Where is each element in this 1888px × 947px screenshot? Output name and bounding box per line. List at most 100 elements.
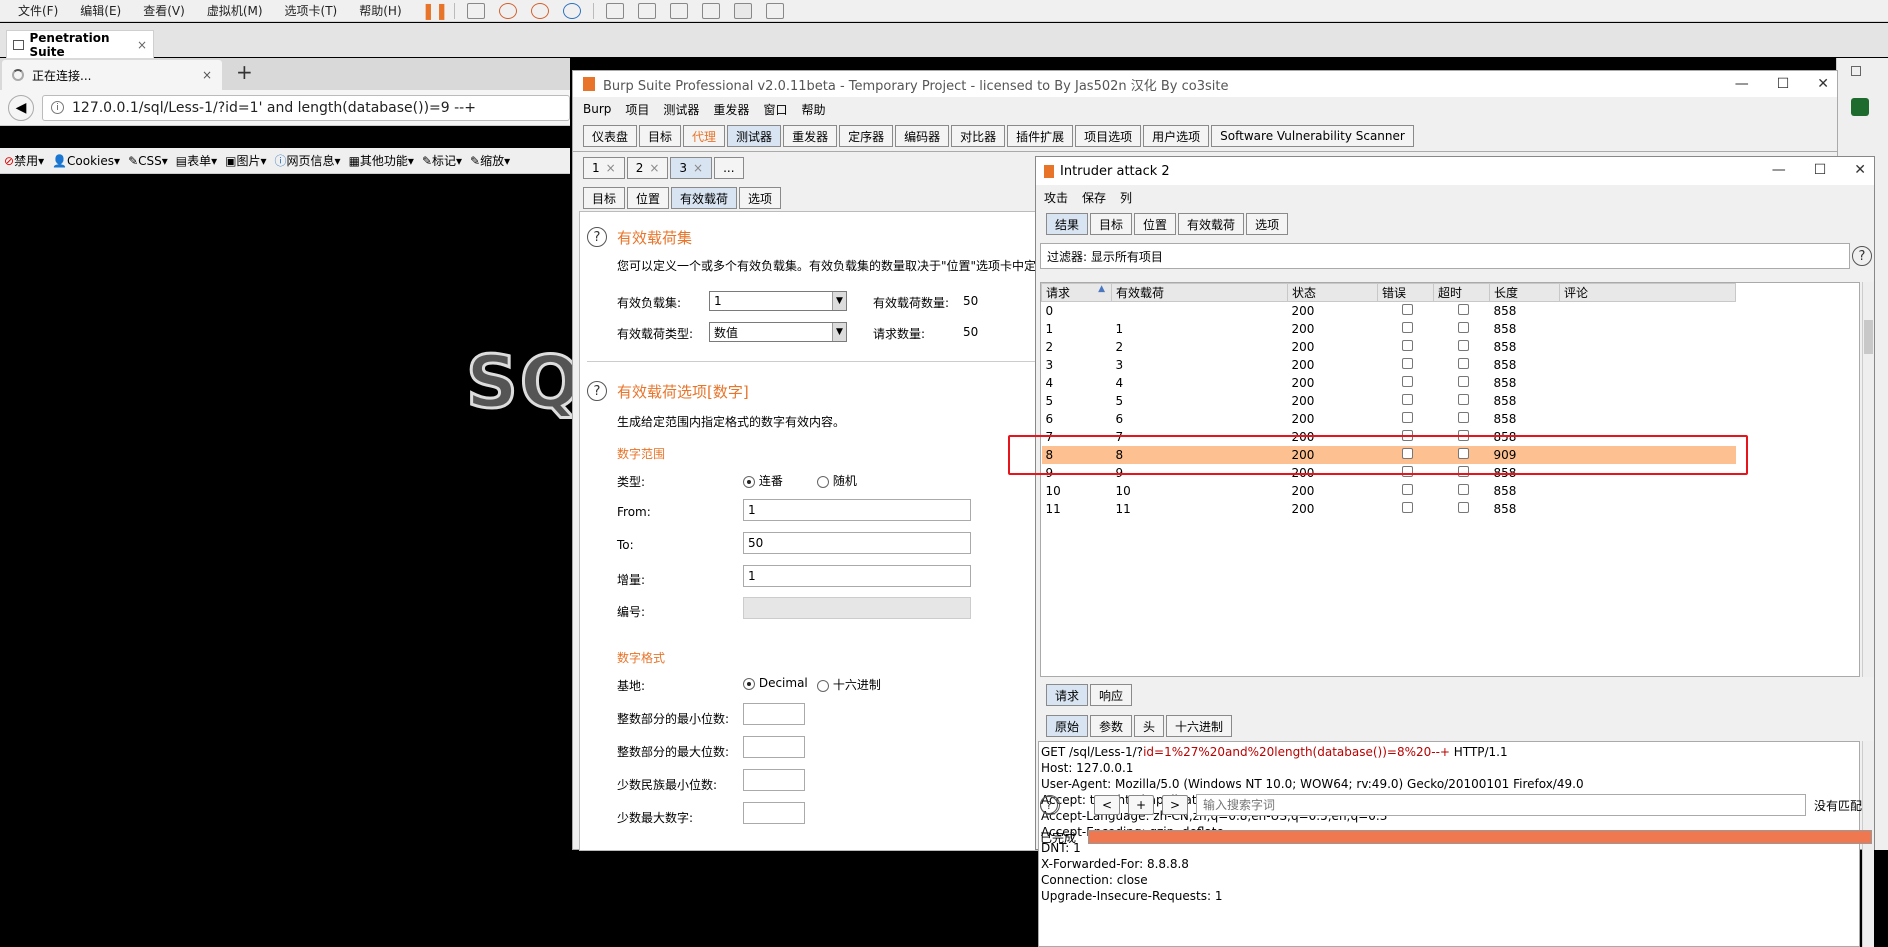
tab-params[interactable]: 参数	[1090, 715, 1133, 737]
burp-menu-repeater[interactable]: 重发器	[713, 101, 749, 118]
hackbar-images[interactable]: ▣图片▾	[225, 152, 266, 169]
radio-decimal[interactable]: Decimal	[743, 676, 808, 690]
hackbar-zoom[interactable]: ✎缩放▾	[470, 152, 510, 169]
vm-menu-edit[interactable]: 编辑(E)	[70, 2, 131, 19]
thumbnail-view-icon[interactable]	[638, 2, 657, 19]
shield-icon[interactable]	[1851, 98, 1869, 116]
checkbox[interactable]	[1458, 357, 1469, 369]
maximize-icon[interactable]: ☐	[1777, 76, 1790, 92]
request-editor[interactable]: GET /sql/Less-1/?id=1%27%20and%20length(…	[1038, 741, 1860, 947]
close-icon[interactable]: ×	[137, 38, 147, 52]
table-row[interactable]: 6 6 200 858	[1042, 410, 1736, 428]
help-icon[interactable]: ?	[587, 381, 607, 401]
console-view-icon[interactable]	[734, 2, 753, 19]
results-scrollbar[interactable]	[1862, 282, 1874, 677]
filter-bar[interactable]: 过滤器: 显示所有项目	[1040, 243, 1850, 269]
tab-dashboard[interactable]: 仪表盘	[583, 125, 638, 147]
request-scrollbar[interactable]	[1862, 741, 1874, 947]
maximize-icon[interactable]: ☐	[1814, 162, 1827, 178]
library-view-icon[interactable]	[606, 2, 625, 19]
table-row[interactable]: 3 3 200 858	[1042, 356, 1736, 374]
minimize-icon[interactable]: —	[1735, 76, 1749, 92]
checkbox[interactable]	[1402, 411, 1413, 423]
column-header-timeout[interactable]: 超时	[1433, 283, 1490, 302]
burp-menu-window[interactable]: 窗口	[763, 101, 787, 118]
table-row[interactable]: 5 5 200 858	[1042, 392, 1736, 410]
hackbar-css[interactable]: ✎CSS▾	[128, 154, 168, 168]
checkbox[interactable]	[1402, 357, 1413, 369]
intruder-menu-save[interactable]: 保存	[1082, 189, 1106, 206]
hackbar-cookies[interactable]: 👤Cookies▾	[52, 154, 120, 168]
attack-tab-2[interactable]: 2 ×	[626, 157, 669, 179]
tab-options[interactable]: 选项	[1246, 213, 1289, 235]
snapshot-icon[interactable]	[499, 2, 518, 19]
vm-menu-view[interactable]: 查看(V)	[133, 2, 195, 19]
checkbox[interactable]	[1458, 339, 1469, 351]
info-icon[interactable]: i	[51, 101, 64, 114]
tab-target[interactable]: 目标	[639, 125, 682, 147]
subtab-payloads[interactable]: 有效载荷	[671, 187, 738, 209]
radio-hex[interactable]: 十六进制	[817, 676, 881, 693]
tab-proxy[interactable]: 代理	[683, 125, 726, 147]
tab-request[interactable]: 请求	[1046, 684, 1089, 706]
close-icon[interactable]: ×	[202, 68, 212, 82]
burp-menu-burp[interactable]: Burp	[583, 102, 611, 116]
table-row[interactable]: 4 4 200 858	[1042, 374, 1736, 392]
table-row[interactable]: 2 2 200 858	[1042, 338, 1736, 356]
min-fraction-digits-field[interactable]	[743, 769, 805, 791]
new-tab-button[interactable]: +	[236, 60, 253, 84]
subtab-options[interactable]: 选项	[739, 187, 782, 209]
subtab-target[interactable]: 目标	[583, 187, 626, 209]
tab-response[interactable]: 响应	[1090, 684, 1133, 706]
hackbar-disable[interactable]: ⊘禁用▾	[4, 152, 44, 169]
tab-raw[interactable]: 原始	[1046, 715, 1089, 737]
checkbox[interactable]	[1458, 393, 1469, 405]
pause-icon[interactable]: ❚❚	[422, 1, 449, 20]
checkbox[interactable]	[1402, 303, 1413, 315]
search-next-button[interactable]: >	[1162, 795, 1188, 815]
vm-menu-help[interactable]: 帮助(H)	[349, 2, 411, 19]
radio-sequential[interactable]: 连番	[743, 472, 783, 489]
tab-hex[interactable]: 十六进制	[1166, 715, 1233, 737]
checkbox[interactable]	[1458, 501, 1469, 513]
intruder-menu-columns[interactable]: 列	[1120, 189, 1132, 206]
subtab-positions[interactable]: 位置	[627, 187, 670, 209]
revert-snapshot-icon[interactable]	[531, 2, 550, 19]
min-integer-digits-field[interactable]	[743, 703, 805, 725]
to-field[interactable]: 50	[743, 532, 971, 554]
burp-menu-help[interactable]: 帮助	[801, 101, 825, 118]
vm-menu-file[interactable]: 文件(F)	[8, 2, 68, 19]
tab-sequencer[interactable]: 定序器	[839, 125, 894, 147]
payload-set-select[interactable]: 1 ▼	[709, 291, 847, 311]
burp-menu-project[interactable]: 项目	[625, 101, 649, 118]
browser-tab[interactable]: 正在连接... ×	[2, 60, 222, 90]
url-field[interactable]: i 127.0.0.1/sql/Less-1/?id=1' and length…	[42, 94, 570, 121]
checkbox[interactable]	[1402, 375, 1413, 387]
checkbox[interactable]	[1402, 501, 1413, 513]
vm-tab-penetration-suite[interactable]: Penetration Suite ×	[6, 30, 154, 59]
search-prev-button[interactable]: <	[1094, 795, 1120, 815]
hackbar-info[interactable]: ⓘ网页信息▾	[275, 152, 341, 169]
radio-random[interactable]: 随机	[817, 472, 857, 489]
column-header-comment[interactable]: 评论	[1559, 283, 1736, 302]
max-integer-digits-field[interactable]	[743, 736, 805, 758]
tab-project-options[interactable]: 项目选项	[1075, 125, 1142, 147]
restore-icon[interactable]	[1851, 66, 1861, 76]
tab-comparer[interactable]: 对比器	[951, 125, 1006, 147]
step-field[interactable]: 1	[743, 565, 971, 587]
from-field[interactable]: 1	[743, 499, 971, 521]
attack-tab-more[interactable]: ...	[714, 157, 744, 179]
back-icon[interactable]: ◀	[8, 94, 34, 121]
table-row[interactable]: 10 10 200 858	[1042, 482, 1736, 500]
tab-results[interactable]: 结果	[1046, 213, 1089, 235]
column-header-request[interactable]: 请求 ▲	[1041, 283, 1112, 302]
snapshot-manager-icon[interactable]	[563, 2, 582, 19]
checkbox[interactable]	[1458, 321, 1469, 333]
column-header-error[interactable]: 错误	[1377, 283, 1434, 302]
burp-menu-intruder[interactable]: 测试器	[663, 101, 699, 118]
column-header-length[interactable]: 长度	[1489, 283, 1560, 302]
tab-intruder[interactable]: 测试器	[727, 125, 782, 147]
help-icon[interactable]: ?	[587, 227, 607, 247]
checkbox[interactable]	[1458, 411, 1469, 423]
tab-extender[interactable]: 插件扩展	[1007, 125, 1074, 147]
